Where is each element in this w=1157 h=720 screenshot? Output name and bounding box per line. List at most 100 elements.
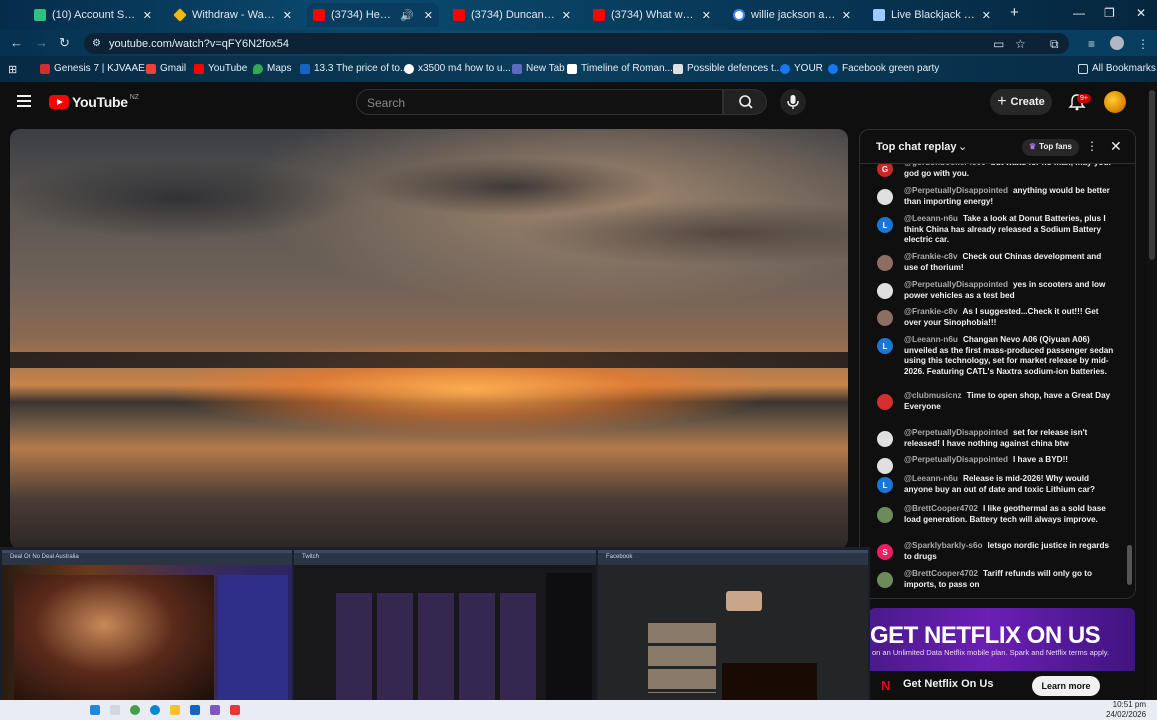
bookmark-facebook-green[interactable]: Facebook green party [828,63,939,74]
search-input[interactable]: Search [356,89,723,115]
close-icon[interactable]: ✕ [143,9,152,22]
tab-what-will-it-take[interactable]: (3734) What will it take ✕ [587,3,717,27]
tab-binance[interactable]: Withdraw - Wallets - Bin ✕ [168,3,298,27]
new-tab-button[interactable]: + [1010,4,1019,21]
menu-icon[interactable] [17,95,31,107]
close-icon[interactable]: ✕ [702,9,711,22]
chat-author[interactable]: @PerpetuallyDisappointed [904,186,1008,195]
speaker-icon[interactable]: 🔊 [400,9,414,22]
chat-author-avatar[interactable] [877,255,893,271]
cast-icon[interactable]: ▭ [993,37,1004,51]
close-icon[interactable]: ✕ [562,9,571,22]
edge-icon[interactable] [150,705,160,715]
avatar[interactable] [1104,91,1126,113]
chat-author-avatar[interactable]: L [877,477,893,493]
restore-icon[interactable]: ❐ [1104,6,1115,20]
tab-account-settings[interactable]: (10) Account Settings / S ✕ [28,3,158,27]
apps-icon[interactable]: ⊞ [8,63,17,76]
chat-author-avatar[interactable] [877,394,893,410]
chat-author-avatar[interactable] [877,458,893,474]
reload-icon[interactable]: ↻ [59,35,70,51]
chat-author[interactable]: @Sparklybarkly-s6o [904,541,983,550]
all-bookmarks[interactable]: All Bookmarks [1078,63,1156,74]
bookmark-timeline[interactable]: Timeline of Roman... [567,63,673,74]
close-icon[interactable]: ✕ [982,9,991,22]
chat-author-avatar[interactable]: L [877,338,893,354]
bookmark-youtube[interactable]: YouTube [194,63,247,74]
greengrass-icon [34,9,46,21]
chat-author-avatar[interactable] [877,507,893,523]
chat-author[interactable]: @gordonbooker4800 [904,164,986,167]
chat-author-avatar[interactable] [877,310,893,326]
chat-author[interactable]: @Leeann-n6u [904,335,958,344]
close-icon[interactable]: ✕ [842,9,851,22]
youtube-logo[interactable]: YouTube NZ [49,94,139,110]
chat-scrollbar[interactable] [1127,545,1132,585]
chat-author-avatar[interactable] [877,572,893,588]
mail-icon[interactable] [190,705,200,715]
window-preview-deal-or-no-deal[interactable]: Deal Or No Deal Australia [2,550,292,710]
menu-icon[interactable]: ≡ [1088,37,1095,51]
chat-mode-selector[interactable]: Top chat replay [876,141,956,153]
window-preview-facebook[interactable]: Facebook [598,550,868,710]
chat-author[interactable]: @BrettCooper4702 [904,569,978,578]
app-icon[interactable] [230,705,240,715]
bookmark-x3500[interactable]: x3500 m4 how to u... [404,63,511,74]
chat-author[interactable]: @PerpetuallyDisappointed [904,455,1008,464]
extensions-icon[interactable]: ⧉ [1050,37,1059,52]
chat-author-avatar[interactable]: L [877,217,893,233]
bookmark-new-tab[interactable]: New Tab [512,63,565,74]
address-bar[interactable]: ⚙ youtube.com/watch?v=qFY6N2fox54 [84,33,1069,54]
chat-author-avatar[interactable] [877,189,893,205]
bookmark-price-of[interactable]: 13.3 The price of to... [300,63,408,74]
bookmark-your[interactable]: YOUR [780,63,823,74]
chat-author-avatar[interactable] [877,431,893,447]
page-scrollbar-thumb[interactable] [1149,90,1155,260]
chat-author-avatar[interactable] [877,283,893,299]
tab-duncan-garner[interactable]: (3734) Duncan Garner ✕ [447,3,577,27]
voice-search-button[interactable] [780,89,806,115]
chat-author[interactable]: @clubmusicnz [904,391,962,400]
video-player[interactable] [10,129,848,549]
chat-author-avatar[interactable]: G [877,164,893,177]
profile-icon[interactable] [1110,36,1124,50]
bookmark-gmail[interactable]: Gmail [146,63,186,74]
back-icon[interactable]: ← [10,35,23,50]
window-preview-twitch[interactable]: Twitch [294,550,596,710]
clock[interactable]: 10:51 pm 24/02/2026 [1106,700,1146,720]
chat-author[interactable]: @Frankie-c8v [904,252,958,261]
chat-author[interactable]: @PerpetuallyDisappointed [904,428,1008,437]
chat-author[interactable]: @PerpetuallyDisappointed [904,280,1008,289]
search-button[interactable] [723,89,767,115]
search-icon[interactable] [110,705,120,715]
chrome-icon[interactable] [130,705,140,715]
chat-author[interactable]: @Leeann-n6u [904,474,958,483]
close-window-icon[interactable]: ✕ [1136,6,1146,20]
bookmark-maps[interactable]: Maps [253,63,291,74]
site-info-icon[interactable]: ⚙ [92,38,101,49]
tab-herald-now[interactable]: (3734) Herald NOW 🔊 ✕ [307,3,439,27]
bookmark-star-icon[interactable]: ☆ [1015,37,1026,51]
chat-author[interactable]: @Leeann-n6u [904,214,958,223]
kebab-menu-icon[interactable]: ⋮ [1137,37,1149,51]
bookmark-defences[interactable]: Possible defences t... [673,63,782,74]
create-button[interactable]: + Create [990,89,1052,115]
minimize-icon[interactable]: — [1073,6,1085,20]
chat-author[interactable]: @BrettCooper4702 [904,504,978,513]
tab-blackjack[interactable]: Live Blackjack Lobby - Pl ✕ [867,3,997,27]
tab-google-search[interactable]: willie jackson age - Goo ✕ [727,3,857,27]
explorer-icon[interactable] [170,705,180,715]
forward-icon[interactable]: → [35,35,48,50]
close-chat-icon[interactable]: ✕ [1110,138,1122,155]
chat-author[interactable]: @Frankie-c8v [904,307,958,316]
close-icon[interactable]: ✕ [424,9,433,22]
close-icon[interactable]: ✕ [283,9,292,22]
store-icon[interactable] [210,705,220,715]
bookmark-genesis[interactable]: Genesis 7 | KJVAAE... [40,63,153,74]
more-options-icon[interactable]: ⋮ [1086,139,1098,153]
learn-more-button[interactable]: Learn more [1032,676,1100,696]
top-fans-button[interactable]: ♛ Top fans [1022,139,1079,156]
chevron-down-icon[interactable]: ⌄ [958,140,967,153]
start-icon[interactable] [90,705,100,715]
chat-author-avatar[interactable]: S [877,544,893,560]
